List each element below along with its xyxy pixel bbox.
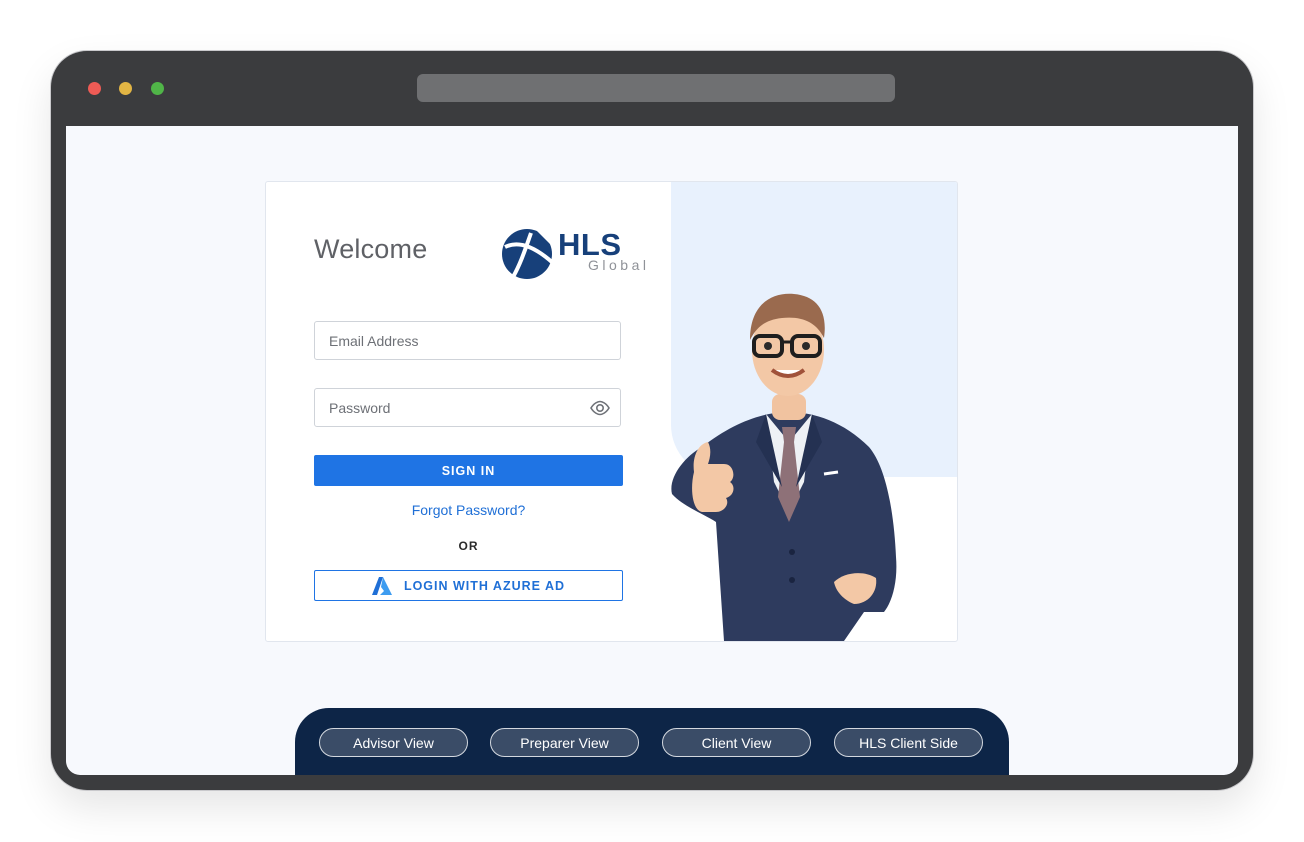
or-divider: OR bbox=[458, 539, 479, 553]
close-window-dot[interactable] bbox=[88, 82, 101, 95]
logo-subtext: Global bbox=[588, 257, 650, 273]
browser-window: Welcome HLS Global Email Address SIGN IN… bbox=[51, 51, 1253, 790]
password-input[interactable] bbox=[315, 389, 620, 426]
azure-icon bbox=[371, 576, 392, 595]
eye-icon[interactable] bbox=[590, 400, 610, 416]
maximize-window-dot[interactable] bbox=[151, 82, 164, 95]
client-view-button[interactable]: Client View bbox=[662, 728, 811, 757]
welcome-heading: Welcome bbox=[314, 234, 428, 264]
forgot-password-link[interactable]: Forgot Password? bbox=[314, 502, 623, 518]
email-input[interactable] bbox=[315, 322, 620, 359]
minimize-window-dot[interactable] bbox=[119, 82, 132, 95]
hls-global-logo: HLS Global bbox=[501, 227, 646, 281]
email-field[interactable] bbox=[314, 321, 621, 360]
hls-client-side-button[interactable]: HLS Client Side bbox=[834, 728, 983, 757]
view-switcher-bar: Advisor View Preparer View Client View H… bbox=[295, 708, 1009, 775]
businessman-illustration bbox=[671, 293, 897, 641]
password-field[interactable] bbox=[314, 388, 621, 427]
azure-login-label: LOGIN WITH AZURE AD bbox=[403, 578, 566, 593]
preparer-view-button[interactable]: Preparer View bbox=[490, 728, 639, 757]
address-bar[interactable] bbox=[417, 74, 895, 102]
page-viewport: Welcome HLS Global Email Address SIGN IN… bbox=[66, 126, 1238, 775]
azure-login-button[interactable]: LOGIN WITH AZURE AD bbox=[314, 570, 623, 601]
advisor-view-button[interactable]: Advisor View bbox=[319, 728, 468, 757]
sign-in-button[interactable]: SIGN IN bbox=[314, 455, 623, 486]
login-card: Welcome HLS Global Email Address SIGN IN… bbox=[265, 181, 958, 642]
hls-logo-icon bbox=[502, 229, 555, 279]
